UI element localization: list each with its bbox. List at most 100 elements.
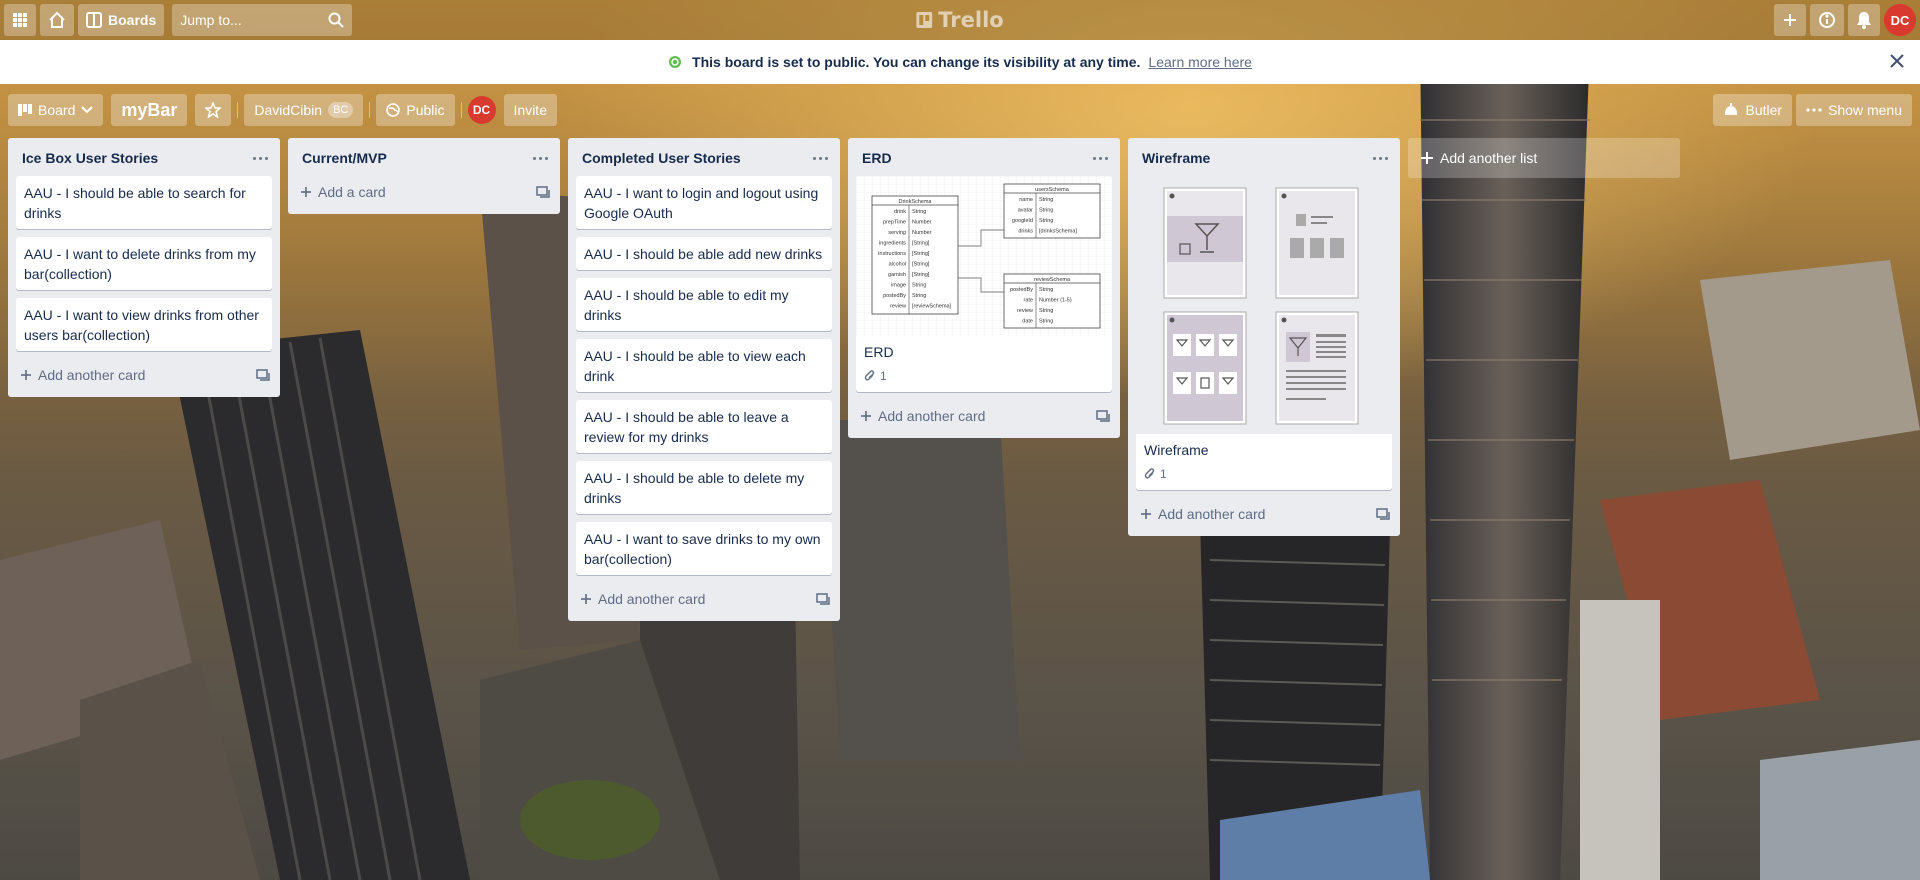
- list-current-mvp[interactable]: Current/MVP Add a card: [288, 138, 560, 214]
- learn-more-link[interactable]: Learn more here: [1148, 54, 1252, 70]
- plus-icon: [581, 594, 591, 604]
- add-another-list-button[interactable]: Add another list: [1408, 138, 1680, 178]
- add-card-label: Add another card: [598, 591, 706, 607]
- card[interactable]: AAU - I want to delete drinks from my ba…: [16, 237, 272, 290]
- erd-card[interactable]: DrinkSchema drink String prepTime Number ser…: [856, 176, 1112, 392]
- wireframe-card[interactable]: Wireframe 1: [1136, 176, 1392, 490]
- trello-logo-icon: [916, 12, 933, 28]
- erd-field-name: avatar: [1018, 208, 1033, 214]
- attachment-count: 1: [1160, 467, 1167, 481]
- list-menu-icon[interactable]: [1369, 153, 1392, 164]
- erd-field-type: [String]: [912, 272, 930, 278]
- list-title[interactable]: Completed User Stories: [582, 150, 741, 166]
- card-template-icon[interactable]: [816, 593, 830, 605]
- list-menu-icon[interactable]: [529, 153, 552, 164]
- card-template-icon[interactable]: [536, 186, 550, 198]
- boards-label: Boards: [108, 12, 157, 28]
- team-badge: BC: [328, 102, 354, 118]
- erd-field-type: String: [1039, 308, 1053, 314]
- erd-field-name: prepTime: [883, 220, 906, 226]
- list-ice-box[interactable]: Ice Box User Stories AAU - I should be a…: [8, 138, 280, 397]
- card[interactable]: AAU - I should be able to view each drin…: [576, 339, 832, 392]
- card[interactable]: AAU - I should be able to search for dri…: [16, 176, 272, 229]
- board-view-switcher[interactable]: Board: [8, 94, 104, 126]
- erd-field-name: serving: [888, 230, 906, 236]
- erd-field-type: Number: [912, 220, 932, 226]
- card-template-icon[interactable]: [256, 369, 270, 381]
- apps-button[interactable]: [4, 4, 36, 36]
- list-menu-icon[interactable]: [249, 153, 272, 164]
- card[interactable]: AAU - I should be able to leave a review…: [576, 400, 832, 453]
- list-wireframe[interactable]: Wireframe Wireframe 1 Add another card: [1128, 138, 1400, 536]
- list-menu-icon[interactable]: [809, 153, 832, 164]
- butler-button[interactable]: Butler: [1713, 94, 1793, 126]
- card-badges: 1: [856, 364, 1112, 392]
- erd-users-title: usersSchema: [1035, 187, 1070, 193]
- add-card-label: Add another card: [38, 367, 146, 383]
- member-avatar[interactable]: DC: [467, 96, 496, 124]
- close-icon[interactable]: [1888, 52, 1906, 70]
- erd-review-title: reviewSchema: [1034, 277, 1071, 283]
- card[interactable]: AAU - I should be able add new drinks: [576, 237, 832, 270]
- visibility-button[interactable]: Public: [376, 94, 455, 126]
- add-card-button[interactable]: Add another card: [568, 583, 840, 617]
- add-card-button[interactable]: Add a card: [288, 176, 560, 210]
- card-template-icon[interactable]: [1096, 410, 1110, 422]
- invite-button[interactable]: Invite: [503, 94, 557, 126]
- trello-logo[interactable]: Trello: [916, 8, 1004, 32]
- erd-field-type: [reviewSchema]: [912, 304, 952, 310]
- divider: [369, 102, 371, 118]
- erd-field-type: [String]: [912, 251, 930, 257]
- add-card-label: Add another card: [878, 408, 986, 424]
- list-erd[interactable]: ERD DrinkSchema drink String prepTime Nu…: [848, 138, 1120, 438]
- add-card-button[interactable]: Add another card: [1128, 498, 1400, 532]
- star-board-button[interactable]: [195, 94, 232, 126]
- jump-to-search[interactable]: [172, 4, 353, 36]
- notifications-button[interactable]: [1848, 4, 1880, 36]
- erd-field-name: googleId: [1012, 218, 1033, 224]
- card[interactable]: AAU - I want to save drinks to my own ba…: [576, 522, 832, 575]
- erd-field-name: image: [891, 283, 906, 289]
- add-card-button[interactable]: Add another card: [848, 400, 1120, 434]
- home-button[interactable]: [40, 4, 74, 36]
- card[interactable]: AAU - I should be able to delete my drin…: [576, 461, 832, 514]
- more-horizontal-icon: [1806, 108, 1822, 112]
- star-icon: [205, 102, 222, 118]
- list-title[interactable]: Ice Box User Stories: [22, 150, 158, 166]
- home-icon: [49, 11, 65, 28]
- list-title[interactable]: ERD: [862, 150, 892, 166]
- list-completed-user-stories[interactable]: Completed User Stories AAU - I want to l…: [568, 138, 840, 621]
- erd-field-type: String: [1039, 287, 1053, 293]
- plus-icon: [21, 370, 31, 380]
- invite-label: Invite: [513, 102, 547, 118]
- search-input[interactable]: [180, 12, 321, 28]
- attachment-icon: [1144, 468, 1155, 479]
- card[interactable]: AAU - I want to login and logout using G…: [576, 176, 832, 229]
- butler-label: Butler: [1745, 102, 1783, 118]
- erd-drink-title: DrinkSchema: [898, 199, 932, 205]
- add-list-label: Add another list: [1440, 150, 1538, 166]
- list-title[interactable]: Wireframe: [1142, 150, 1210, 166]
- list-menu-icon[interactable]: [1089, 153, 1112, 164]
- butler-icon: [1725, 103, 1738, 115]
- boards-button[interactable]: Boards: [78, 4, 165, 36]
- erd-field-name: ingredients: [879, 241, 906, 247]
- show-menu-button[interactable]: Show menu: [1796, 94, 1912, 126]
- visibility-label: Public: [406, 102, 445, 118]
- board-name[interactable]: myBar: [111, 94, 188, 126]
- create-button[interactable]: [1774, 4, 1806, 36]
- grid-icon: [13, 13, 27, 27]
- team-button[interactable]: DavidCibin BC: [244, 94, 364, 126]
- plus-icon: [861, 411, 871, 421]
- erd-field-name: postedBy: [1010, 287, 1033, 293]
- card[interactable]: AAU - I want to view drinks from other u…: [16, 298, 272, 351]
- add-card-button[interactable]: Add another card: [8, 359, 280, 393]
- list-title[interactable]: Current/MVP: [302, 150, 387, 166]
- user-avatar[interactable]: DC: [1884, 4, 1916, 36]
- plus-icon: [1784, 14, 1796, 26]
- card-template-icon[interactable]: [1376, 508, 1390, 520]
- info-button[interactable]: [1810, 4, 1844, 36]
- card-title: Wireframe: [1144, 442, 1209, 458]
- card[interactable]: AAU - I should be able to edit my drinks: [576, 278, 832, 331]
- visibility-notice-banner: This board is set to public. You can cha…: [0, 40, 1920, 84]
